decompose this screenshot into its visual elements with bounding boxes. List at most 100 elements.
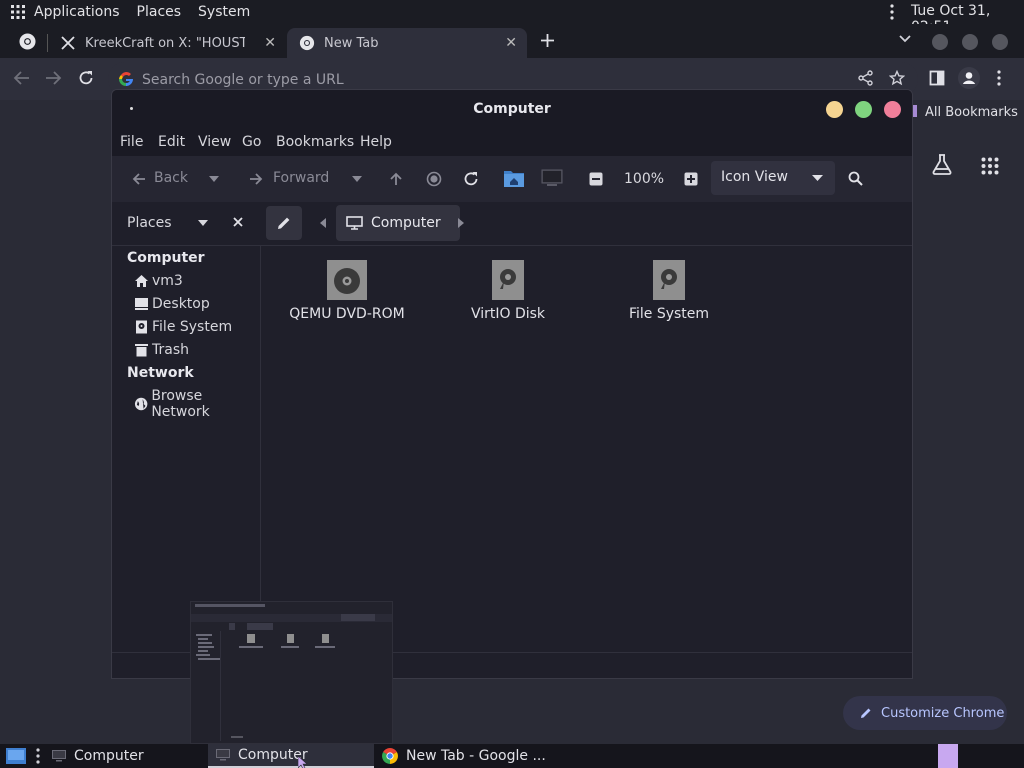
menu-view[interactable]: View xyxy=(198,134,231,150)
harddisk-icon xyxy=(136,320,147,334)
search-icon[interactable] xyxy=(848,171,863,186)
back-button-label[interactable]: Back xyxy=(154,170,188,186)
system-menu[interactable]: System xyxy=(198,4,259,20)
forward-arrow-icon[interactable] xyxy=(45,70,62,86)
breadcrumb-left-arrow-icon[interactable] xyxy=(320,218,326,228)
close-sidebar-icon[interactable] xyxy=(233,217,243,227)
taskbar-item-label: New Tab - Google ... xyxy=(406,748,546,764)
view-mode-value: Icon View xyxy=(721,169,788,185)
drive-qemu-dvd-rom[interactable]: QEMU DVD-ROM xyxy=(272,260,422,322)
edit-path-button[interactable] xyxy=(266,206,302,240)
file-manager-thumbnail-image xyxy=(191,602,392,743)
reload-icon[interactable] xyxy=(78,70,94,86)
close-icon[interactable]: ✕ xyxy=(264,36,276,50)
zoom-level[interactable]: 100% xyxy=(624,171,664,187)
zoom-in-icon[interactable] xyxy=(684,172,698,186)
sidebar-item-browse-network[interactable]: Browse Network xyxy=(134,388,260,420)
drive-label: File System xyxy=(628,306,710,322)
customize-chrome-button[interactable]: Customize Chrome xyxy=(843,696,1007,730)
sidebar-item-file-system[interactable]: File System xyxy=(134,319,232,335)
labs-flask-icon[interactable] xyxy=(931,153,953,175)
profile-avatar-icon[interactable] xyxy=(958,67,980,89)
taskbar-item-computer-active[interactable]: Computer xyxy=(208,744,374,768)
breadcrumb-right-arrow-icon[interactable] xyxy=(458,218,464,228)
pencil-icon xyxy=(861,708,871,718)
chrome-logo-icon[interactable] xyxy=(19,33,36,50)
taskbar-item-label: Computer xyxy=(74,748,144,764)
view-mode-select[interactable]: Icon View xyxy=(711,161,835,195)
new-tab-plus-icon[interactable] xyxy=(540,33,555,48)
sidebar-item-trash[interactable]: Trash xyxy=(134,342,189,358)
menu-edit[interactable]: Edit xyxy=(158,134,185,150)
back-history-chevron-icon[interactable] xyxy=(209,176,219,182)
forward-arrow-icon[interactable] xyxy=(249,172,263,186)
google-apps-grid-icon[interactable] xyxy=(981,157,999,175)
minimize-window-button[interactable] xyxy=(932,34,948,50)
stop-icon[interactable] xyxy=(426,171,442,187)
sidebar-item-desktop[interactable]: Desktop xyxy=(134,296,210,312)
menu-help[interactable]: Help xyxy=(360,134,392,150)
drive-virtio-disk[interactable]: VirtIO Disk xyxy=(433,260,583,322)
tab-title: New Tab xyxy=(324,35,379,51)
computer-monitor-icon xyxy=(346,216,363,230)
home-folder-icon[interactable] xyxy=(503,168,525,188)
close-button[interactable] xyxy=(884,101,901,118)
tab-kreekcraft[interactable]: KreekCraft on X: "HOUSTON ✕ xyxy=(48,28,286,58)
up-arrow-icon[interactable] xyxy=(389,172,403,186)
drive-file-system[interactable]: File System xyxy=(594,260,744,322)
taskbar-item-chrome[interactable]: New Tab - Google ... xyxy=(376,744,576,768)
pencil-icon xyxy=(278,217,290,229)
window-titlebar[interactable]: Computer xyxy=(112,90,912,128)
menu-bookmarks[interactable]: Bookmarks xyxy=(276,134,354,150)
window-title: Computer xyxy=(473,101,551,117)
all-bookmarks-button[interactable]: All Bookmarks xyxy=(912,105,1018,120)
sidebar-heading-network: Network xyxy=(127,365,194,381)
chrome-tab-strip: KreekCraft on X: "HOUSTON ✕ New Tab ✕ xyxy=(0,24,1024,58)
sidebar-item-label: Desktop xyxy=(152,296,210,312)
chrome-menu-kebab-icon[interactable] xyxy=(997,70,1001,86)
sidebar-item-vm3[interactable]: vm3 xyxy=(134,273,183,289)
chevron-down-icon[interactable] xyxy=(198,220,208,226)
forward-button-label[interactable]: Forward xyxy=(273,170,329,186)
breadcrumb-computer[interactable]: Computer xyxy=(336,205,460,241)
reload-icon[interactable] xyxy=(463,171,479,187)
trash-icon xyxy=(135,344,148,357)
computer-monitor-icon[interactable] xyxy=(541,169,563,187)
back-arrow-icon[interactable] xyxy=(13,70,30,86)
show-desktop-icon[interactable] xyxy=(6,748,26,764)
drive-label: VirtIO Disk xyxy=(470,306,546,322)
side-panel-icon[interactable] xyxy=(929,70,945,86)
panel-kebab-icon[interactable] xyxy=(890,4,894,20)
close-window-button[interactable] xyxy=(992,34,1008,50)
tab-new-tab[interactable]: New Tab ✕ xyxy=(287,28,527,58)
menu-go[interactable]: Go xyxy=(242,134,261,150)
top-panel: Applications Places System Tue Oct 31, 0… xyxy=(0,0,1024,35)
maximize-button[interactable] xyxy=(855,101,872,118)
workspace-switcher[interactable] xyxy=(938,744,958,768)
minimize-button[interactable] xyxy=(826,101,843,118)
menu-file[interactable]: File xyxy=(120,134,143,150)
mouse-pointer-icon xyxy=(298,756,308,768)
places-menu[interactable]: Places xyxy=(137,4,191,20)
chevron-down-icon xyxy=(812,175,823,181)
home-icon xyxy=(135,275,148,287)
customize-chrome-label: Customize Chrome xyxy=(881,705,1005,721)
close-icon[interactable]: ✕ xyxy=(505,36,517,50)
back-arrow-icon[interactable] xyxy=(132,172,146,186)
forward-history-chevron-icon[interactable] xyxy=(352,176,362,182)
chevron-down-icon[interactable] xyxy=(899,35,911,43)
sidebar-item-label: Trash xyxy=(152,342,189,358)
taskbar-handle-icon[interactable] xyxy=(36,748,40,764)
sidebar-mode-select[interactable]: Places xyxy=(127,215,172,231)
location-bar xyxy=(112,202,912,246)
omnibox-placeholder: Search Google or type a URL xyxy=(142,72,344,88)
applications-grid-icon[interactable] xyxy=(11,5,25,19)
chrome-logo-icon xyxy=(299,35,315,51)
share-icon[interactable] xyxy=(858,70,873,86)
zoom-out-icon[interactable] xyxy=(589,172,603,186)
bookmark-star-icon[interactable] xyxy=(889,70,905,86)
taskbar-item-computer[interactable]: Computer xyxy=(44,744,206,768)
window-thumbnail-preview[interactable] xyxy=(190,601,393,744)
maximize-window-button[interactable] xyxy=(962,34,978,50)
applications-menu[interactable]: Applications xyxy=(33,4,129,20)
